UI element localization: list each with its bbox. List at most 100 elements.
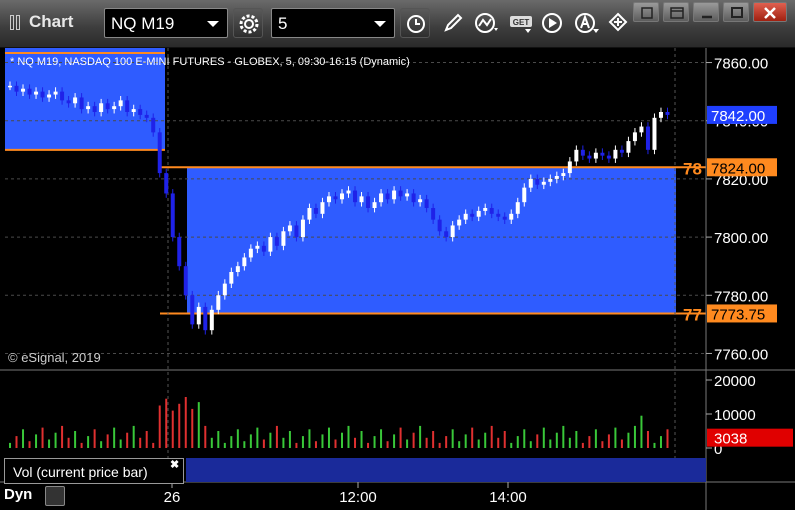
candle-body <box>587 155 592 159</box>
candle-body <box>196 306 201 325</box>
link-button[interactable] <box>603 8 633 38</box>
candle-body <box>66 100 71 104</box>
candle-body <box>509 213 514 220</box>
candle-body <box>535 178 540 185</box>
candle-body <box>86 106 91 110</box>
candle-body <box>385 193 390 200</box>
candle-body <box>541 181 546 185</box>
candle-body <box>320 202 325 214</box>
app-title: Chart <box>29 12 74 31</box>
symbol-combo[interactable]: NQ M19 <box>104 8 228 38</box>
candle-body <box>613 149 618 159</box>
candle-body <box>548 178 553 182</box>
last-volume-label: 3038 <box>714 431 747 448</box>
candle-body <box>47 94 52 98</box>
chart-window-icon <box>10 15 24 30</box>
candle-body <box>515 202 520 214</box>
close-icon[interactable]: ✖ <box>170 458 179 471</box>
candle-body <box>554 176 559 179</box>
time-tick-label: 26 <box>164 489 181 506</box>
candle-body <box>34 91 39 95</box>
dock-icon <box>670 7 684 19</box>
candle-body <box>112 106 117 110</box>
candle-body <box>125 100 130 112</box>
candle-body <box>567 161 572 174</box>
zone-label: 77 <box>683 305 702 324</box>
studies-button[interactable] <box>470 8 500 38</box>
maximize-icon <box>731 7 743 18</box>
candle-body <box>418 199 423 203</box>
time-tick-label: 14:00 <box>489 489 527 506</box>
candle-body <box>307 208 312 220</box>
line-study-icon <box>475 13 498 33</box>
candle-body <box>398 190 403 197</box>
price-chart[interactable]: 7860.007840.007820.007800.007780.007760.… <box>0 48 795 510</box>
price-tick-label: 7860.00 <box>714 56 768 73</box>
candle-body <box>639 126 644 133</box>
play-button[interactable] <box>537 8 567 38</box>
close-icon <box>764 7 776 19</box>
candle-body <box>405 193 410 197</box>
candle-body <box>645 126 650 150</box>
chevron-down-icon <box>207 21 219 27</box>
candle-body <box>53 91 58 95</box>
minimize-window-button[interactable] <box>693 2 719 22</box>
get-data-button[interactable]: GET <box>505 8 535 38</box>
candle-body <box>73 97 78 104</box>
candle-body <box>333 196 338 200</box>
candle-body <box>580 149 585 156</box>
chart-area[interactable]: 7860.007840.007820.007800.007780.007760.… <box>0 48 795 510</box>
candle-body <box>632 132 637 142</box>
candle-body <box>177 237 182 267</box>
dock-window-button[interactable] <box>663 2 689 22</box>
symbol-value: NQ M19 <box>111 14 175 33</box>
candle-body <box>665 112 670 115</box>
candle-body <box>229 272 234 284</box>
candle-body <box>274 237 279 246</box>
candle-body <box>60 91 65 101</box>
candle-body <box>242 257 247 267</box>
close-window-button[interactable] <box>753 2 787 22</box>
candle-body <box>235 266 240 272</box>
volume-legend[interactable]: Vol (current price bar) <box>4 458 184 484</box>
candle-body <box>483 208 488 211</box>
alert-icon <box>575 13 599 33</box>
candle-body <box>437 219 442 232</box>
gear-icon <box>239 14 259 34</box>
draw-tool-button[interactable] <box>438 8 468 38</box>
candle-body <box>658 112 663 118</box>
candle-body <box>281 231 286 246</box>
interval-value: 5 <box>278 14 288 33</box>
copyright: © eSignal, 2019 <box>8 350 101 365</box>
candle-body <box>313 208 318 214</box>
svg-text:GET: GET <box>513 18 530 27</box>
toolbar: Chart NQ M19 5 GET <box>0 0 795 48</box>
candle-body <box>118 100 123 107</box>
candle-body <box>14 85 19 92</box>
candle-body <box>489 208 494 214</box>
candle-body <box>496 213 501 217</box>
candle-body <box>183 266 188 296</box>
candle-body <box>144 114 149 118</box>
candle-body <box>606 155 611 159</box>
candle-body <box>359 196 364 203</box>
candle-body <box>411 193 416 203</box>
price-label-zone-low: 7773.75 <box>711 306 765 323</box>
symbol-settings-button[interactable] <box>233 8 263 38</box>
dynamic-mode-label[interactable]: Dyn <box>4 486 32 503</box>
candle-body <box>626 141 631 153</box>
candle-body <box>652 117 657 150</box>
lock-icon[interactable] <box>45 486 65 506</box>
volume-legend-strip <box>186 458 706 482</box>
volume-tick-label: 10000 <box>714 407 756 424</box>
candle-body <box>476 210 481 217</box>
interval-combo[interactable]: 5 <box>271 8 395 38</box>
alerts-button[interactable] <box>570 8 600 38</box>
pin-window-button[interactable] <box>633 2 659 22</box>
candle-body <box>346 190 351 194</box>
candle-body <box>268 237 273 252</box>
candle-body <box>164 173 169 194</box>
time-settings-button[interactable] <box>400 8 430 38</box>
candle-body <box>379 193 384 203</box>
maximize-window-button[interactable] <box>723 2 749 22</box>
